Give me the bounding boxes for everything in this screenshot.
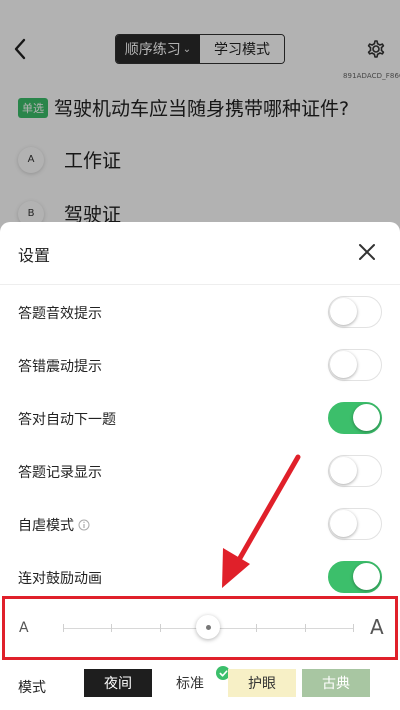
- setting-label: 答题记录显示: [18, 462, 102, 482]
- toggle-knob: [353, 563, 380, 590]
- toggle-knob: [330, 298, 357, 325]
- setting-label: 答对自动下一题: [18, 409, 116, 429]
- setting-toggle[interactable]: [328, 402, 382, 434]
- slider-tick: [111, 624, 113, 632]
- setting-label-text: 答对自动下一题: [18, 412, 116, 428]
- setting-toggle[interactable]: [328, 349, 382, 381]
- slider-tick: [63, 624, 64, 632]
- setting-label: 答题音效提示: [18, 303, 102, 323]
- setting-label: 自虐模式: [18, 515, 90, 535]
- setting-row: 连对鼓励动画: [0, 559, 400, 595]
- setting-label-text: 自虐模式: [18, 518, 74, 534]
- toggle-knob: [330, 351, 357, 378]
- setting-toggle[interactable]: [328, 455, 382, 487]
- setting-row: 答对自动下一题: [0, 400, 400, 436]
- settings-title: 设置: [18, 246, 51, 265]
- setting-label-text: 答题记录显示: [18, 465, 102, 481]
- setting-label-text: 连对鼓励动画: [18, 571, 102, 587]
- font-size-large-label: A: [370, 615, 384, 639]
- setting-label: 答错震动提示: [18, 356, 102, 376]
- theme-standard-button[interactable]: 标准: [160, 669, 220, 697]
- theme-classic-button[interactable]: 古典: [302, 669, 370, 697]
- theme-eye-care-button[interactable]: 护眼: [228, 669, 296, 697]
- setting-label: 连对鼓励动画: [18, 568, 102, 588]
- font-size-small-label: A: [19, 620, 29, 636]
- divider: [0, 284, 400, 285]
- setting-label-text: 答题音效提示: [18, 306, 102, 322]
- settings-sheet: 设置 答题音效提示 答错震动提示 答对自动下一题 答题记录显示 自虐模式连对鼓励动画 A…: [0, 222, 400, 710]
- close-icon[interactable]: [357, 242, 377, 262]
- setting-row: 答题音效提示: [0, 294, 400, 330]
- setting-toggle[interactable]: [328, 561, 382, 593]
- font-size-slider: A A: [2, 596, 398, 660]
- setting-row: 答题记录显示: [0, 453, 400, 489]
- setting-toggle[interactable]: [328, 508, 382, 540]
- toggle-knob: [353, 404, 380, 431]
- slider-tick: [353, 624, 354, 632]
- setting-label-text: 答错震动提示: [18, 359, 102, 375]
- slider-thumb[interactable]: [196, 615, 220, 639]
- setting-row: 自虐模式: [0, 506, 400, 542]
- slider-tick: [159, 624, 161, 632]
- toggle-knob: [330, 510, 357, 537]
- slider-tick: [256, 624, 258, 632]
- slider-tick: [304, 624, 306, 632]
- info-icon[interactable]: [78, 519, 90, 531]
- setting-row: 答错震动提示: [0, 347, 400, 383]
- theme-night-button[interactable]: 夜间: [84, 669, 152, 697]
- theme-label: 模式: [18, 680, 46, 696]
- setting-toggle[interactable]: [328, 296, 382, 328]
- toggle-knob: [330, 457, 357, 484]
